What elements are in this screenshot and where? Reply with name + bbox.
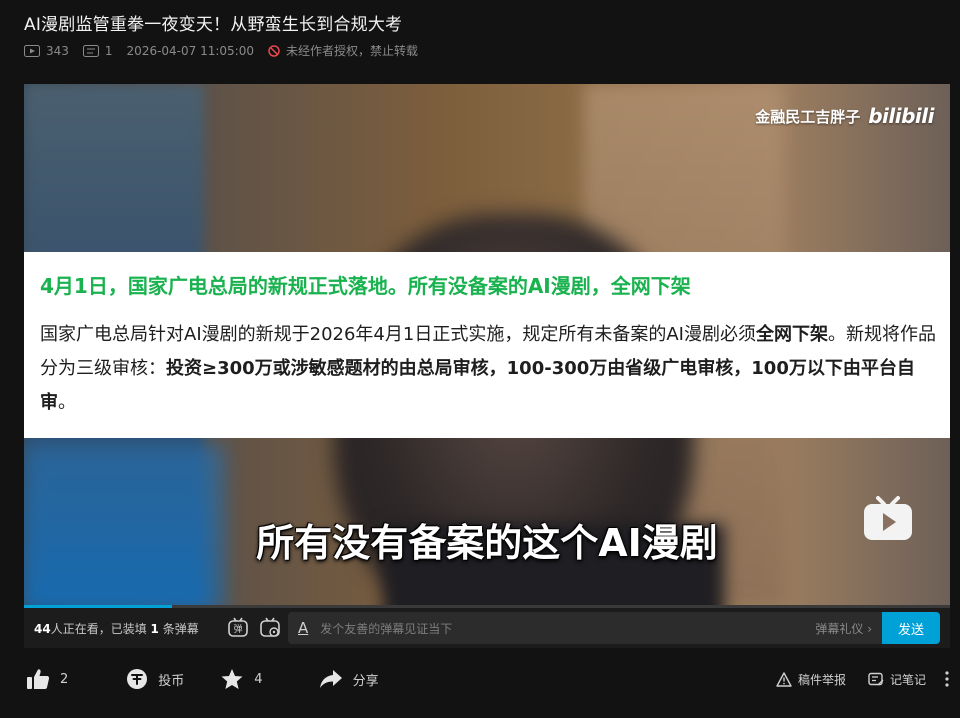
news-overlay-card: 4月1日，国家广电总局的新规正式落地。所有没备案的AI漫剧，全网下架 国家广电总… (24, 252, 950, 438)
repost-notice: 未经作者授权，禁止转载 (268, 42, 418, 59)
coin-icon (127, 669, 148, 689)
take-notes-button[interactable]: 记笔记 (868, 671, 926, 688)
watching-text: 人正在看，已装填 (50, 621, 151, 636)
danmaku-toggle-icon[interactable]: 弹 (226, 616, 250, 640)
star-icon (221, 669, 243, 689)
bilibili-tv-icon (864, 496, 912, 540)
news-body-highlight: 全网下架 (755, 324, 828, 345)
more-dots-icon (945, 671, 949, 687)
video-meta: 343 1 2026-04-07 11:05:00 未经作者授权，禁止转载 (24, 42, 432, 59)
share-button[interactable]: 分享 (319, 669, 379, 689)
danmaku-loaded-count: 1 (150, 621, 159, 636)
notes-icon (868, 672, 884, 685)
views-count: 343 (46, 43, 69, 58)
danmaku-bar: 44人正在看，已装填 1 条弹幕 弹 A 发个友善的弹幕见证当下 弹幕礼仪 › … (24, 608, 950, 648)
news-body: 国家广电总局针对AI漫剧的新规于2026年4月1日正式实施，规定所有未备案的AI… (40, 318, 940, 420)
like-button[interactable]: 2 (26, 668, 68, 690)
video-toolbar: 2 投币 4 分享 稿件举报 记笔记 (24, 662, 950, 696)
danmaku-input[interactable]: 发个友善的弹幕见证当下 (320, 620, 815, 637)
watching-status: 44人正在看，已装填 1 条弹幕 (34, 620, 218, 637)
coin-button[interactable]: 投币 (126, 668, 184, 690)
video-title: AI漫剧监管重拳一夜变天！从野蛮生长到合规大考 (24, 15, 403, 35)
share-arrow-icon (319, 670, 342, 688)
danmaku-settings-icon[interactable] (258, 616, 282, 640)
share-label: 分享 (352, 673, 379, 689)
prohibited-icon (268, 44, 280, 57)
warning-icon (776, 671, 792, 687)
publish-datetime: 2026-04-07 11:05:00 (126, 43, 254, 58)
toolbar-right: 稿件举报 记笔记 (754, 662, 950, 696)
views-stat: 343 (24, 44, 69, 58)
coin-label: 投币 (158, 673, 185, 689)
send-danmaku-button[interactable]: 发送 (882, 612, 940, 644)
watching-count: 44 (34, 621, 51, 636)
play-count-icon (24, 44, 40, 57)
notes-label: 记笔记 (889, 672, 926, 687)
report-label: 稿件举报 (797, 672, 846, 687)
like-count: 2 (60, 671, 69, 687)
video-player[interactable]: 金融民工吉胖子 bilibili 4月1日，国家广电总局的新规正式落地。所有没备… (24, 84, 950, 606)
danmaku-etiquette-link[interactable]: 弹幕礼仪 › (815, 620, 872, 637)
watermark-author: 金融民工吉胖子 (755, 107, 861, 126)
favorite-count: 4 (254, 671, 263, 687)
danmaku-input-area: A 发个友善的弹幕见证当下 弹幕礼仪 › 发送 (288, 612, 940, 644)
bilibili-logo: bilibili (868, 104, 934, 128)
danmaku-count-icon (82, 44, 99, 57)
watching-text: 条弹幕 (158, 621, 199, 636)
thumbs-up-icon (27, 669, 50, 689)
news-body-text: 国家广电总局针对AI漫剧的新规于2026年4月1日正式实施，规定所有未备案的AI… (40, 324, 756, 345)
favorite-button[interactable]: 4 (220, 668, 263, 690)
news-headline: 4月1日，国家广电总局的新规正式落地。所有没备案的AI漫剧，全网下架 (40, 274, 691, 298)
danmaku-stat: 1 (82, 43, 113, 58)
news-body-text: 。 (58, 392, 76, 413)
more-menu-button[interactable] (944, 670, 950, 688)
report-button[interactable]: 稿件举报 (776, 671, 846, 688)
danmaku-style-button[interactable]: A (298, 619, 308, 637)
video-watermark: 金融民工吉胖子 bilibili (755, 104, 934, 128)
video-subtitle: 所有没有备案的这个AI漫剧 (256, 521, 718, 565)
news-body-highlight: 投资≥300万或涉敏感题材的由总局审核，100-300万由省级广电审核，100万… (40, 358, 915, 413)
repost-notice-text: 未经作者授权，禁止转载 (286, 44, 419, 58)
svg-text:弹: 弹 (233, 623, 242, 635)
danmaku-count: 1 (104, 43, 113, 58)
